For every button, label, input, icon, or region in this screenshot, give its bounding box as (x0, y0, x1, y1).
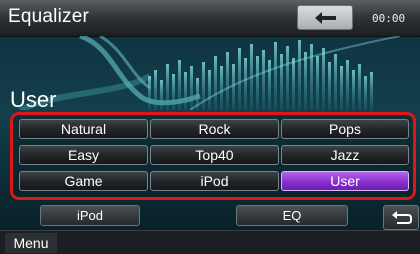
equalizer-artwork (0, 36, 420, 110)
back-arrow-icon (315, 12, 336, 24)
preset-top40-button[interactable]: Top40 (150, 145, 279, 165)
preset-game-button[interactable]: Game (19, 171, 148, 191)
return-button[interactable] (383, 205, 419, 230)
screen-title: Equalizer (8, 6, 90, 27)
menu-button[interactable]: Menu (5, 233, 57, 253)
preset-jazz-button[interactable]: Jazz (281, 145, 409, 165)
title-bar: Equalizer 00:00 (0, 0, 420, 37)
tab-eq[interactable]: EQ (236, 205, 348, 226)
back-button[interactable] (297, 5, 353, 30)
preset-pops-button[interactable]: Pops (281, 119, 409, 139)
tab-ipod[interactable]: iPod (40, 205, 140, 226)
equalizer-screen: Equalizer 00:00 User Natural Rock Pops E… (0, 0, 420, 254)
current-mode-label: User (10, 87, 57, 112)
preset-natural-button[interactable]: Natural (19, 119, 148, 139)
preset-rock-button[interactable]: Rock (150, 119, 279, 139)
status-bar: Menu (0, 230, 420, 254)
return-icon (392, 211, 412, 224)
preset-user-button[interactable]: User (281, 171, 409, 191)
preset-easy-button[interactable]: Easy (19, 145, 148, 165)
preset-panel: Natural Rock Pops Easy Top40 Jazz Game i… (10, 112, 416, 200)
preset-ipod-button[interactable]: iPod (150, 171, 279, 191)
clock: 00:00 (372, 12, 406, 25)
